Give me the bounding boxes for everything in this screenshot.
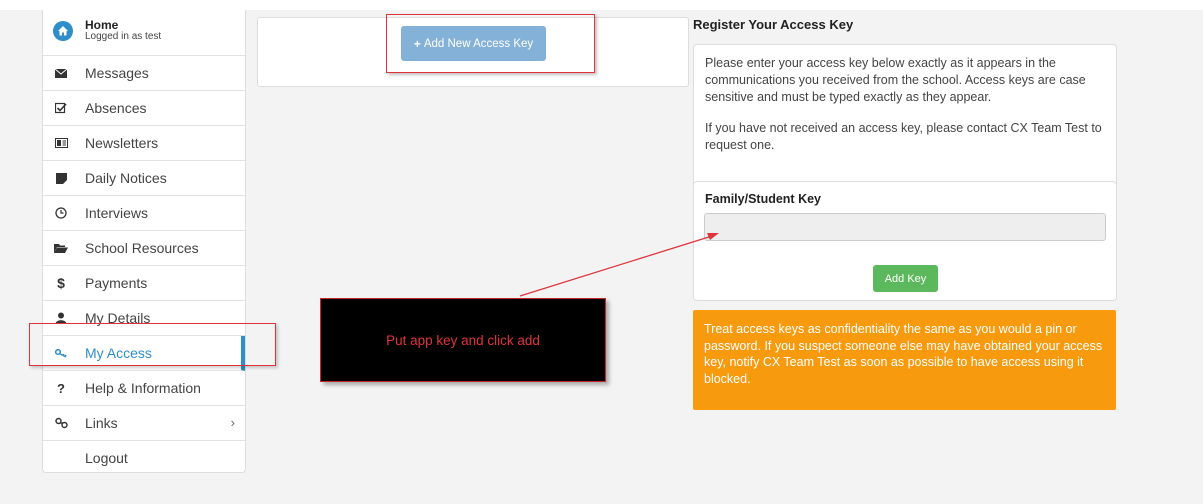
annotation-arrow bbox=[519, 233, 719, 297]
annotation-highlight-box-my-access bbox=[29, 323, 276, 366]
callout-text: Put app key and click add bbox=[386, 332, 540, 348]
annotation-callout: Put app key and click add bbox=[320, 298, 606, 382]
